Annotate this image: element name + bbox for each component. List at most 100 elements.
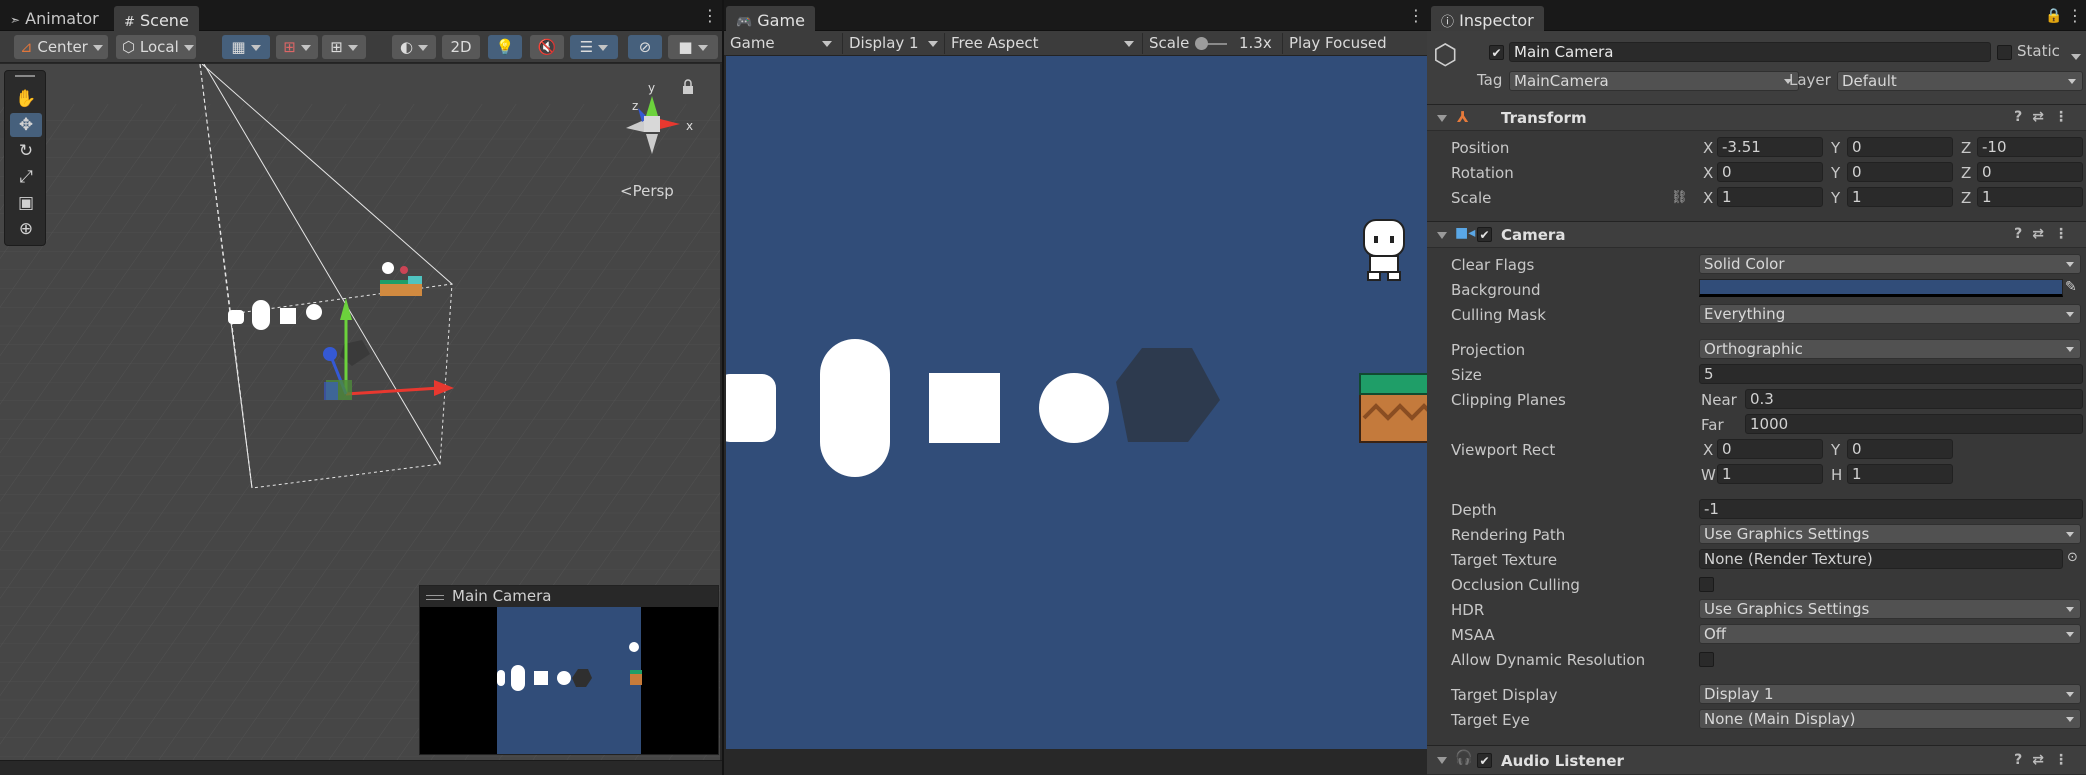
chevron-down-icon [2066,532,2074,537]
dynamic-resolution-checkbox[interactable] [1699,652,1714,667]
layers-icon: ☰ [579,38,594,56]
player-sprite [1363,219,1405,281]
game-menu-icon[interactable]: ⋮ [1408,8,1424,24]
rotate-tool-button[interactable]: ↻ [10,139,42,163]
perspective-toggle[interactable]: <Persp [620,182,674,200]
object-name-field[interactable]: Main Camera [1509,42,1991,62]
scale-y-field[interactable]: 1 [1847,187,1953,207]
audio-listener-enabled-checkbox[interactable]: ✔ [1477,753,1492,768]
viewport-w-field[interactable]: 1 [1717,464,1823,484]
target-eye-dropdown[interactable]: None (Main Display) [1699,709,2081,729]
component-header-icons[interactable]: ?⇄⋮ [2014,109,2078,125]
scale-tool-button[interactable]: ⤢ [10,165,42,189]
tab-game[interactable]: 🎮 Game [726,6,815,31]
culling-mask-dropdown[interactable]: Everything [1699,304,2081,324]
eyedropper-icon[interactable]: ✎ [2065,279,2077,295]
move-arrows-icon: ✥ [18,115,34,135]
grid-visibility-button[interactable]: ⊞ [322,35,366,59]
transform-header[interactable]: ⅄ Transform ?⇄⋮ [1427,104,2086,131]
static-checkbox[interactable] [1997,45,2012,60]
audio-toggle[interactable]: 🔇 [530,35,564,59]
tag-dropdown[interactable]: MainCamera [1509,71,1799,91]
camera-enabled-checkbox[interactable]: ✔ [1477,227,1492,242]
clear-flags-dropdown[interactable]: Solid Color [1699,254,2081,274]
scene-tabstrip: ➣ Animator # Scene ⋮ [0,0,722,31]
active-checkbox[interactable]: ✔ [1489,45,1504,60]
space-dropdown[interactable]: ⬡ Local [116,35,196,59]
toggle-2d-button[interactable]: 2D [442,35,480,59]
target-texture-label: Target Texture [1451,551,1558,569]
target-display-dropdown[interactable]: Display 1 [1699,684,2081,704]
foldout-icon [1437,232,1447,239]
game-viewport[interactable] [726,56,1428,749]
chevron-down-icon [347,44,358,51]
square-sprite [929,373,1000,443]
scene-camera-button[interactable]: ■ [668,35,718,59]
increment-snap-button[interactable]: ⊞ [276,35,318,59]
position-label: Position [1451,139,1510,157]
object-picker-icon[interactable]: ⊙ [2067,550,2078,565]
msaa-dropdown[interactable]: Off [1699,624,2081,644]
game-view-dropdown[interactable]: Game [730,33,838,54]
near-label: Near [1701,391,1737,409]
game-panel: 🎮 Game ⋮ Game Display 1 Free Aspect Scal… [722,0,1429,775]
scale-slider-thumb[interactable] [1195,37,1208,50]
far-field[interactable]: 1000 [1745,414,2083,434]
rotation-x-field[interactable]: 0 [1717,162,1823,182]
audio-listener-header[interactable]: 🎧 ✔ Audio Listener ?⇄⋮ [1427,745,2086,775]
position-z-field[interactable]: -10 [1977,137,2083,157]
effects-toggle[interactable]: ☰ [570,35,618,59]
rotation-y-field[interactable]: 0 [1847,162,1953,182]
constrain-proportions-icon[interactable]: ⛓ [1671,190,1688,205]
gameobject-cube-icon[interactable]: ⬡ [1433,39,1465,75]
rect-tool-button[interactable]: ▣ [10,191,42,215]
move-tool-button[interactable]: ✥ [10,113,42,137]
position-y-field[interactable]: 0 [1847,137,1953,157]
display-dropdown[interactable]: Display 1 [842,33,942,54]
rendering-path-dropdown[interactable]: Use Graphics Settings [1699,524,2081,544]
projection-dropdown[interactable]: Orthographic [1699,339,2081,359]
component-header-icons[interactable]: ?⇄⋮ [2014,226,2078,242]
far-label: Far [1701,416,1724,434]
tab-scene[interactable]: # Scene [114,6,199,31]
game-tabstrip: 🎮 Game ⋮ [724,0,1429,31]
static-dropdown-icon[interactable] [2071,47,2081,65]
tab-animator[interactable]: ➣ Animator [0,6,109,31]
layer-dropdown[interactable]: Default [1837,71,2083,91]
transform-tool-button[interactable]: ⊕ [10,217,42,241]
near-field[interactable]: 0.3 [1745,389,2083,409]
tab-inspector[interactable]: ⓘ Inspector [1431,6,1544,31]
target-texture-field[interactable]: None (Render Texture) [1699,549,2063,569]
hdr-dropdown[interactable]: Use Graphics Settings [1699,599,2081,619]
scene-visibility-toggle[interactable]: ⊘ [628,35,662,59]
draw-mode-button[interactable]: ◐ [392,35,436,59]
scale-z-field[interactable]: 1 [1977,187,2083,207]
occlusion-culling-checkbox[interactable] [1699,577,1714,592]
chevron-down-icon [300,44,311,51]
viewport-x-field[interactable]: 0 [1717,439,1823,459]
viewport-h-field[interactable]: 1 [1847,464,1953,484]
drag-handle-icon[interactable] [426,595,444,600]
pivot-dropdown[interactable]: ⊿ Center [14,35,108,59]
inspector-tabstrip: ⓘ Inspector 🔒 ⋮ [1427,0,2086,31]
size-field[interactable]: 5 [1699,364,2083,384]
viewport-y-field[interactable]: 0 [1847,439,1953,459]
scale-x-field[interactable]: 1 [1717,187,1823,207]
component-header-icons[interactable]: ?⇄⋮ [2014,752,2078,768]
lighting-toggle[interactable]: 💡 [488,35,522,59]
position-x-field[interactable]: -3.51 [1717,137,1823,157]
rotation-z-field[interactable]: 0 [1977,162,2083,182]
scene-menu-icon[interactable]: ⋮ [702,8,718,24]
play-mode-dropdown[interactable]: Play Focused [1282,33,1429,54]
background-color-swatch[interactable] [1699,279,2063,297]
transform-all-icon: ⊕ [18,219,34,239]
camera-header[interactable]: ■◂ ✔ Camera ?⇄⋮ [1427,221,2086,248]
lock-icon[interactable]: 🔒 [2045,8,2062,24]
hand-tool-button[interactable]: ✋ [10,87,42,111]
grid-snap-button[interactable]: ▦ [222,35,270,59]
aspect-dropdown[interactable]: Free Aspect [944,33,1140,54]
depth-field[interactable]: -1 [1699,499,2083,519]
inspector-menu-icon[interactable]: ⋮ [2067,8,2083,24]
palette-grip-icon[interactable] [15,75,35,77]
target-eye-label: Target Eye [1451,711,1530,729]
